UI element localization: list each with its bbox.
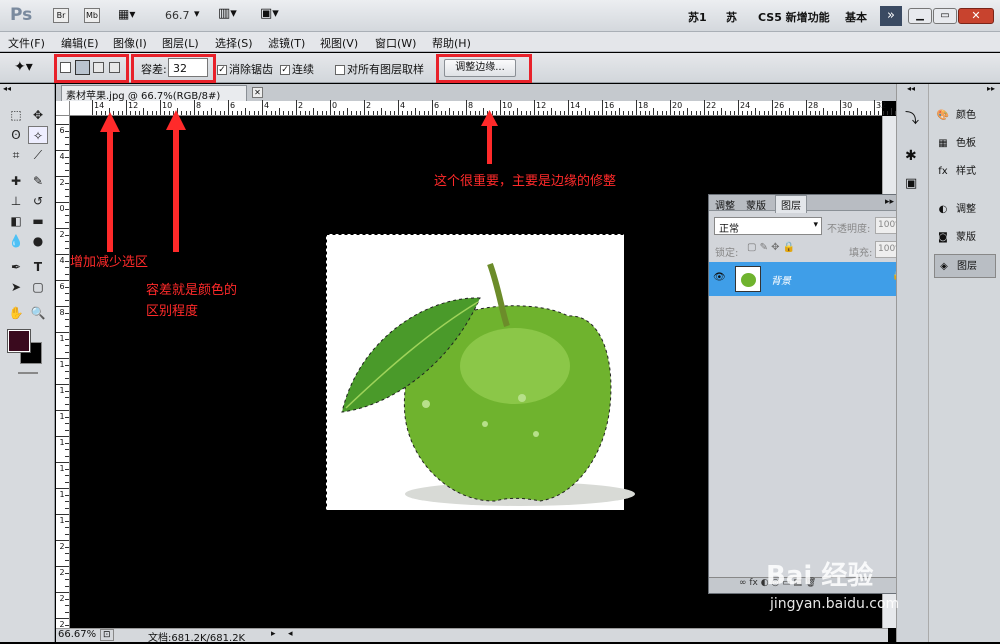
layers-panel: 调整 蒙版 图层 ▸▸ ▾≡ 正常 ▾ 不透明度: 100% 锁定: ▢ ✎ ✥… xyxy=(708,194,916,594)
horizontal-scroll-left-icon[interactable]: ◂ xyxy=(288,629,293,639)
annotation-tolerance-line-2: 区别程度 xyxy=(146,304,199,319)
dockB-collapse-icon[interactable]: ▸▸ xyxy=(987,84,995,93)
blend-mode-value: 正常 xyxy=(719,224,739,235)
watermark-logo: Bai 经验 xyxy=(766,561,874,591)
masks-icon: ◙ xyxy=(938,232,948,243)
fill-label: 填充: xyxy=(849,248,873,259)
layer-row-background[interactable]: 👁 背景 🔒 xyxy=(709,262,915,296)
annotation-refine-edge: 这个很重要，主要是边缘的修整 xyxy=(434,174,617,189)
opacity-label: 不透明度: xyxy=(827,224,871,235)
histogram-panel-icon[interactable]: ▣ xyxy=(905,176,917,191)
swatches-icon: ▦ xyxy=(938,138,948,149)
history-panel-icon[interactable]: ⤵ xyxy=(905,108,919,128)
arrow-head-selection-mode xyxy=(100,112,120,132)
tab-adjustments[interactable]: 调整 xyxy=(715,197,735,212)
status-zoom[interactable]: 66.67% xyxy=(58,629,96,640)
dock-item-layers[interactable]: ◈ 图层 xyxy=(934,254,996,278)
dock-item-swatches[interactable]: ▦ 色板 xyxy=(934,132,996,156)
dock-item-color[interactable]: 🎨 颜色 xyxy=(934,104,996,128)
layers-icon: ◈ xyxy=(940,261,948,272)
styles-icon: fx xyxy=(938,166,948,177)
color-palette-icon: 🎨 xyxy=(936,110,950,121)
panel-dock: ▸▸ 🎨 颜色 ▦ 色板 fx 样式 ◐ 调整 ◙ 蒙版 ◈ 图层 xyxy=(928,84,1000,642)
dock-item-masks[interactable]: ◙ 蒙版 xyxy=(934,226,996,250)
tab-layers[interactable]: 图层 xyxy=(775,195,807,213)
arrow-head-refine-edge xyxy=(481,110,498,126)
layer-thumbnail xyxy=(735,266,761,292)
arrow-shaft-selection-mode xyxy=(107,130,113,252)
annotation-add-reduce-selection: 增加减少选区 xyxy=(70,255,149,270)
dock-item-styles[interactable]: fx 样式 xyxy=(934,160,996,184)
adjustments-icon: ◐ xyxy=(938,204,948,215)
lock-icons[interactable]: ▢ ✎ ✥ 🔒 xyxy=(747,242,795,253)
annotation-tolerance-line-1: 容差就是颜色的 xyxy=(146,283,238,298)
arrow-shaft-tolerance xyxy=(173,128,179,252)
collapsed-dock: ◂◂ ⤵ ✱ ▣ xyxy=(896,84,928,642)
layers-panel-tabs: 调整 蒙版 图层 ▸▸ ▾≡ xyxy=(709,195,915,213)
eye-icon[interactable]: 👁 xyxy=(713,272,726,283)
arrow-head-tolerance xyxy=(166,110,186,130)
navigator-panel-icon[interactable]: ✱ xyxy=(905,148,917,164)
chevron-down-icon: ▾ xyxy=(813,220,818,230)
status-info-icon[interactable]: ⊡ xyxy=(100,629,114,641)
panel-collapse-icon[interactable]: ▸▸ xyxy=(885,197,894,207)
watermark-url: jingyan.baidu.com xyxy=(770,596,900,612)
tab-masks[interactable]: 蒙版 xyxy=(746,197,766,212)
dock-collapse-icon[interactable]: ◂◂ xyxy=(907,84,915,93)
blend-mode-select[interactable]: 正常 ▾ xyxy=(714,217,822,235)
layer-name[interactable]: 背景 xyxy=(771,272,791,287)
lock-label: 锁定: xyxy=(715,248,739,259)
arrow-shaft-refine-edge xyxy=(487,124,492,164)
status-bar: 66.67% ⊡ 文档:681.2K/681.2K ▸ ◂ xyxy=(56,628,888,644)
status-menu-arrow-icon[interactable]: ▸ xyxy=(271,629,276,639)
dock-item-adjustments[interactable]: ◐ 调整 xyxy=(934,198,996,222)
